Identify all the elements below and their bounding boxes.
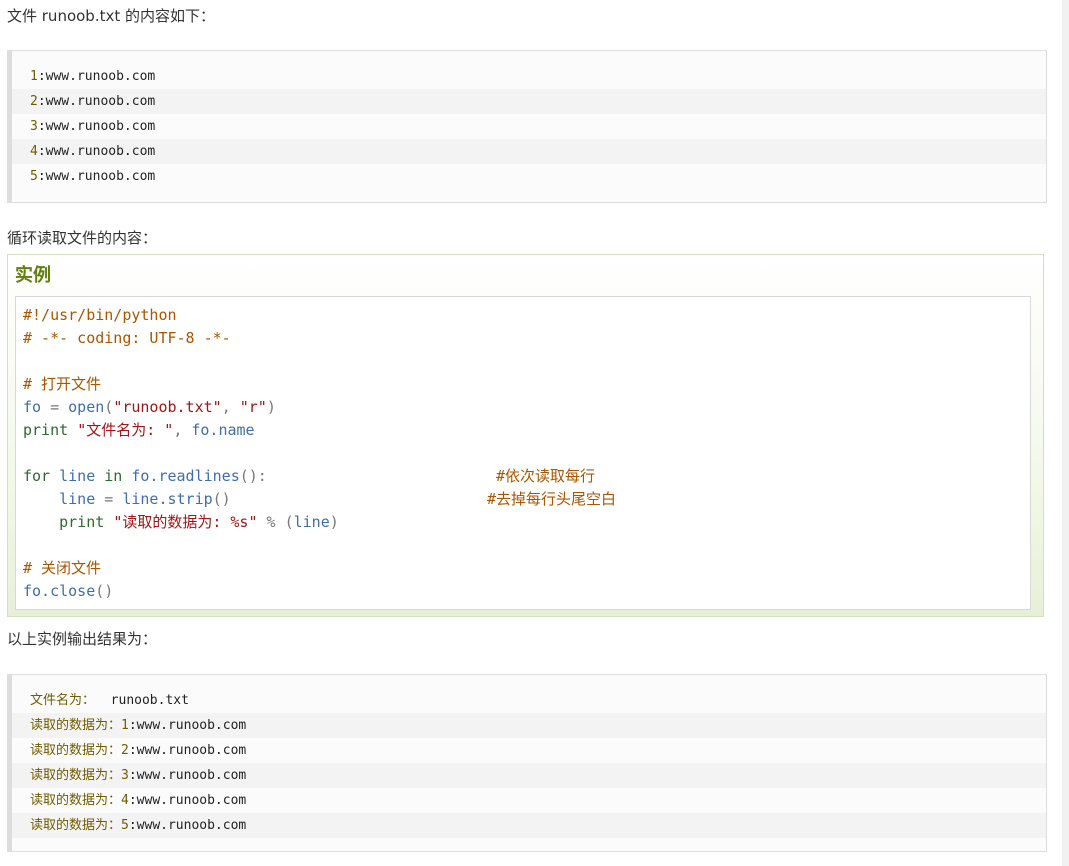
example-box: 实例 #!/usr/bin/python # -*- coding: UTF-8… xyxy=(7,254,1044,617)
output-line: 文件名为： runoob.txt xyxy=(30,693,189,708)
code-line: fo = open("runoob.txt", "r") xyxy=(23,398,276,416)
output-line: 读取的数据为：4:www.runoob.com xyxy=(30,793,247,808)
file-content-block: 1:www.runoob.com 2:www.runoob.com 3:www.… xyxy=(7,50,1047,203)
output-line: 读取的数据为：2:www.runoob.com xyxy=(30,743,247,758)
code-line: # 打开文件 xyxy=(23,375,102,393)
intro-text-output: 以上实例输出结果为： xyxy=(7,630,158,648)
output-line: 读取的数据为：3:www.runoob.com xyxy=(12,763,1046,788)
code-line: # 关闭文件 xyxy=(23,559,102,577)
file-line: 4:www.runoob.com xyxy=(12,139,1046,164)
code-line: print "文件名为: ", fo.name xyxy=(23,421,255,439)
intro-text-file-content: 文件 runoob.txt 的内容如下： xyxy=(7,7,216,25)
code-comment: #去掉每行头尾空白 xyxy=(487,490,617,508)
code-line: print "读取的数据为: %s" % (line) xyxy=(59,513,339,531)
file-line: 5:www.runoob.com xyxy=(30,169,156,184)
code-line: # -*- coding: UTF-8 -*- xyxy=(23,329,231,347)
output-block: 文件名为： runoob.txt 读取的数据为：1:www.runoob.com… xyxy=(7,674,1047,852)
file-line: 1:www.runoob.com xyxy=(30,69,156,84)
code-line: fo.close() xyxy=(23,582,114,600)
scrollbar-track[interactable] xyxy=(1062,0,1069,866)
intro-text-loop-read: 循环读取文件的内容： xyxy=(7,229,158,247)
code-comment: #依次读取每行 xyxy=(496,467,596,485)
code-block[interactable]: #!/usr/bin/python # -*- coding: UTF-8 -*… xyxy=(15,296,1031,610)
output-line: 读取的数据为：1:www.runoob.com xyxy=(12,713,1046,738)
file-line: 2:www.runoob.com xyxy=(12,89,1046,114)
file-line: 3:www.runoob.com xyxy=(30,119,156,134)
code-line: #!/usr/bin/python xyxy=(23,306,177,324)
example-title: 实例 xyxy=(15,265,51,286)
code-line: line = line.strip() #去掉每行头尾空白 xyxy=(16,488,1030,511)
code-line: for line in fo.readlines(): #依次读取每行 xyxy=(16,465,1030,488)
output-line: 读取的数据为：5:www.runoob.com xyxy=(12,813,1046,838)
